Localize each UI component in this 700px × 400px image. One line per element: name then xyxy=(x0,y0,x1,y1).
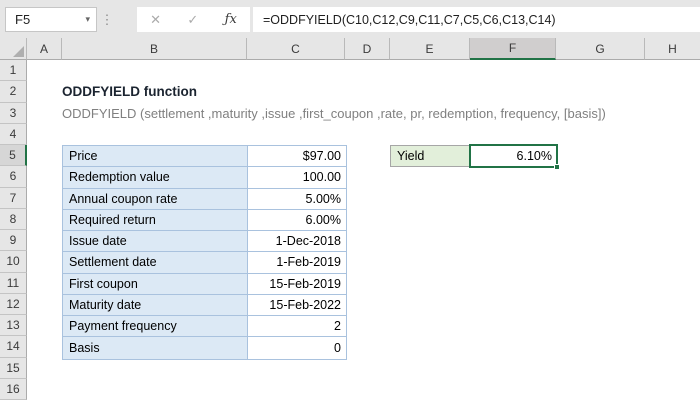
more-options-icon[interactable]: ⋮ xyxy=(100,7,114,32)
cancel-icon[interactable]: ✕ xyxy=(150,12,161,28)
row-header-3[interactable]: 3 xyxy=(0,102,27,124)
select-all-corner[interactable] xyxy=(0,38,27,60)
formula-text: =ODDFYIELD(C10,C12,C9,C11,C7,C5,C6,C13,C… xyxy=(263,12,556,27)
row-headers: 1 2 3 4 5 6 7 8 9 10 11 12 13 14 15 16 xyxy=(0,60,27,400)
column-headers: A B C D E F G H xyxy=(0,38,700,60)
column-header-d[interactable]: D xyxy=(345,38,390,60)
select-all-icon xyxy=(13,46,24,57)
row-header-14[interactable]: 14 xyxy=(0,336,27,358)
name-box-value: F5 xyxy=(15,12,31,27)
table-value-cell[interactable]: $97.00 xyxy=(248,146,346,167)
table-label-cell[interactable]: First coupon xyxy=(63,273,248,294)
table-value-cell[interactable]: 100.00 xyxy=(248,167,346,188)
table-row: Redemption value 100.00 xyxy=(63,167,346,189)
table-label-cell[interactable]: Annual coupon rate xyxy=(63,188,248,209)
table-label-cell[interactable]: Issue date xyxy=(63,231,248,252)
row-header-2[interactable]: 2 xyxy=(0,81,27,103)
formula-input[interactable]: =ODDFYIELD(C10,C12,C9,C11,C7,C5,C6,C13,C… xyxy=(253,7,700,32)
row-header-5[interactable]: 5 xyxy=(0,145,27,167)
table-label-cell[interactable]: Required return xyxy=(63,209,248,230)
table-label-cell[interactable]: Settlement date xyxy=(63,252,248,273)
table-label-cell[interactable]: Price xyxy=(63,146,248,167)
table-value-cell[interactable]: 15-Feb-2022 xyxy=(248,294,346,315)
table-row: Payment frequency 2 xyxy=(63,316,346,338)
function-syntax-cell[interactable]: ODDFYIELD (settlement ,maturity ,issue ,… xyxy=(62,103,606,124)
table-label-cell[interactable]: Redemption value xyxy=(63,167,248,188)
worksheet-title-cell[interactable]: ODDFYIELD function xyxy=(62,81,197,102)
table-row: First coupon 15-Feb-2019 xyxy=(63,273,346,295)
table-row: Settlement date 1-Feb-2019 xyxy=(63,252,346,274)
column-header-f[interactable]: F xyxy=(470,38,556,60)
insert-function-icon[interactable]: ƒx xyxy=(225,12,237,27)
column-header-g[interactable]: G xyxy=(556,38,645,60)
table-value-cell[interactable]: 1-Dec-2018 xyxy=(248,231,346,252)
row-header-10[interactable]: 10 xyxy=(0,251,27,273)
table-value-cell[interactable]: 1-Feb-2019 xyxy=(248,252,346,273)
table-row: Price $97.00 xyxy=(63,146,346,168)
column-header-a[interactable]: A xyxy=(27,38,62,60)
name-box-dropdown-icon[interactable]: ▾ xyxy=(85,14,96,25)
row-header-9[interactable]: 9 xyxy=(0,230,27,252)
table-value-cell[interactable]: 0 xyxy=(248,337,346,359)
table-value-cell[interactable]: 15-Feb-2019 xyxy=(248,273,346,294)
enter-icon[interactable]: ✓ xyxy=(187,12,198,28)
table-row: Issue date 1-Dec-2018 xyxy=(63,231,346,253)
row-header-12[interactable]: 12 xyxy=(0,293,27,315)
row-header-7[interactable]: 7 xyxy=(0,187,27,209)
name-box[interactable]: F5 ▾ xyxy=(5,7,97,32)
column-header-h[interactable]: H xyxy=(645,38,700,60)
data-table: Price $97.00 Redemption value 100.00 Annual … xyxy=(62,145,347,360)
table-label-cell[interactable]: Payment frequency xyxy=(63,316,248,337)
row-header-15[interactable]: 15 xyxy=(0,357,27,379)
yield-value: 6.10% xyxy=(516,148,552,163)
table-label-cell[interactable]: Basis xyxy=(63,337,248,359)
table-row: Annual coupon rate 5.00% xyxy=(63,188,346,210)
row-header-1[interactable]: 1 xyxy=(0,60,27,82)
row-header-11[interactable]: 11 xyxy=(0,272,27,294)
table-row: Maturity date 15-Feb-2022 xyxy=(63,294,346,316)
formula-buttons: ✕ ✓ ƒx xyxy=(137,7,250,32)
column-header-c[interactable]: C xyxy=(247,38,345,60)
table-row: Required return 6.00% xyxy=(63,209,346,231)
table-value-cell[interactable]: 2 xyxy=(248,316,346,337)
row-header-4[interactable]: 4 xyxy=(0,123,27,145)
row-header-13[interactable]: 13 xyxy=(0,315,27,337)
fill-handle[interactable] xyxy=(554,164,560,170)
column-header-e[interactable]: E xyxy=(390,38,470,60)
row-header-8[interactable]: 8 xyxy=(0,208,27,230)
table-label-cell[interactable]: Maturity date xyxy=(63,294,248,315)
formula-bar: F5 ▾ ⋮ ✕ ✓ ƒx =ODDFYIELD(C10,C12,C9,C11,… xyxy=(0,0,700,38)
worksheet[interactable]: ODDFYIELD function ODDFYIELD (settlement… xyxy=(27,60,700,400)
yield-label-cell[interactable]: Yield xyxy=(390,145,470,167)
row-header-6[interactable]: 6 xyxy=(0,166,27,188)
table-value-cell[interactable]: 5.00% xyxy=(248,188,346,209)
table-value-cell[interactable]: 6.00% xyxy=(248,209,346,230)
selected-cell-f5[interactable]: 6.10% xyxy=(469,143,560,170)
table-row: Basis 0 xyxy=(63,337,346,359)
column-header-b[interactable]: B xyxy=(62,38,247,60)
row-header-16[interactable]: 16 xyxy=(0,378,27,400)
